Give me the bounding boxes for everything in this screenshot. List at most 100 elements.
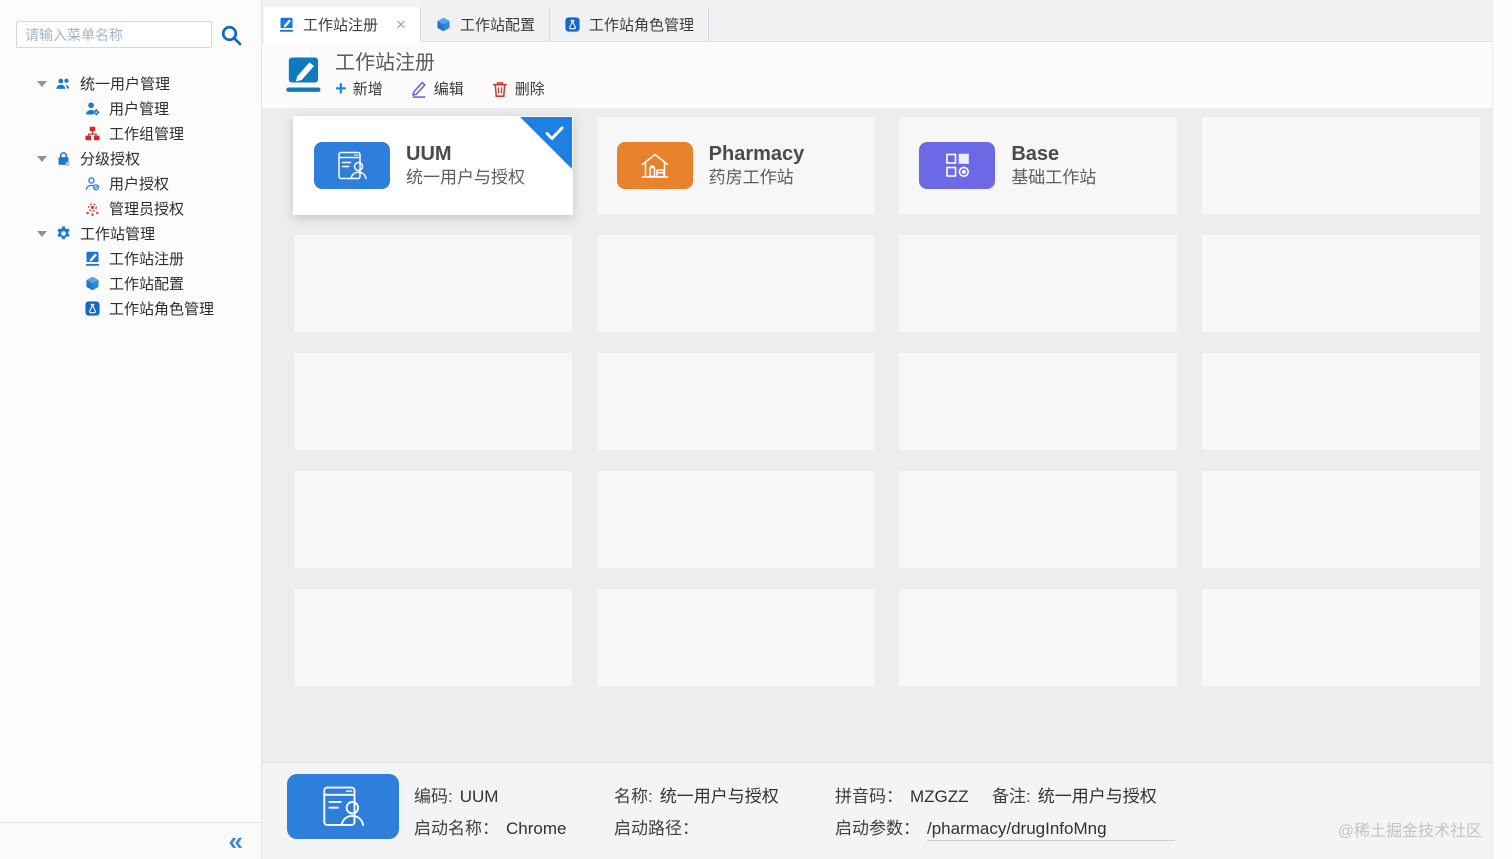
tree-node-user-auth[interactable]: 用户授权: [0, 171, 261, 196]
empty-card: [595, 470, 876, 569]
cube-icon: [435, 16, 452, 33]
plus-icon: +: [335, 77, 347, 100]
empty-card: [293, 352, 573, 451]
tree-label: 工作站配置: [109, 276, 185, 293]
tree-node-workgroup-mgmt[interactable]: 工作组管理: [0, 121, 261, 146]
trash-icon: [491, 80, 509, 98]
tab-workstation-role-mgmt[interactable]: 工作站角色管理: [550, 7, 709, 41]
empty-card: [1200, 588, 1481, 687]
watermark: @稀土掘金技术社区: [1337, 823, 1482, 840]
field-code: 编码: UUM: [414, 782, 498, 807]
tree-label: 用户授权: [109, 176, 170, 193]
tab-label: 工作站注册: [303, 17, 379, 34]
check-icon: [545, 126, 564, 146]
pharmacy-store-icon: [616, 142, 693, 189]
field-label: 启动路径：: [614, 819, 699, 838]
sitemap-icon: [84, 125, 101, 142]
card-name: 统一用户与授权: [406, 167, 525, 187]
empty-card: [1200, 352, 1481, 451]
card-grid: UUM 统一用户与授权 Pharmacy 药房工作站 Base 基础工作站: [293, 116, 1481, 687]
cube-icon: [84, 275, 101, 292]
empty-card: [1200, 470, 1481, 569]
field-pinyin-code: 拼音码： MZGZZ: [835, 782, 969, 807]
register-pad-icon: [283, 55, 323, 95]
field-label: 启动名称：: [414, 819, 499, 838]
menu-tree: 统一用户管理 用户管理 工作组管理 分级授权 用户授权 管理员授权 工作站管理 …: [0, 71, 261, 321]
tab-workstation-config[interactable]: 工作站配置: [421, 7, 550, 41]
field-label: 拼音码：: [835, 787, 903, 806]
card-text: Pharmacy 药房工作站: [709, 142, 805, 189]
edit-button-label: 编辑: [433, 81, 464, 98]
flask-badge-icon: [564, 16, 581, 33]
window-person-icon: [314, 142, 390, 189]
search-input[interactable]: [16, 21, 212, 48]
tree-node-workstation-config[interactable]: 工作站配置: [0, 271, 261, 296]
tree-label: 分级授权: [80, 151, 141, 168]
field-label: 名称:: [614, 787, 653, 806]
toolbar: + 新增 编辑 删除: [335, 78, 545, 99]
search-icon[interactable]: [219, 23, 243, 47]
close-tab-icon[interactable]: ×: [396, 16, 406, 33]
field-value: 统一用户与授权: [659, 787, 779, 806]
register-pad-icon: [278, 16, 295, 33]
menu-search: [16, 21, 253, 48]
field-value: UUM: [459, 787, 499, 806]
workstation-card-base[interactable]: Base 基础工作站: [898, 116, 1179, 215]
admin-auth-icon: [84, 200, 101, 217]
empty-card: [1200, 234, 1481, 333]
tab-label: 工作站角色管理: [588, 16, 694, 34]
tree-label: 工作组管理: [109, 126, 185, 143]
field-value: 统一用户与授权: [1037, 787, 1157, 806]
detail-panel: 编码: UUM 名称: 统一用户与授权 拼音码： MZGZZ 备注: 统一用户与授权 启…: [262, 762, 1512, 859]
header-text: 工作站注册 + 新增 编辑 删除: [335, 51, 545, 99]
caret-down-icon[interactable]: [37, 230, 47, 237]
tab-bar: 工作站注册 × 工作站配置 工作站角色管理: [262, 0, 1512, 42]
empty-card: [293, 588, 573, 687]
tree-node-unified-user-mgmt[interactable]: 统一用户管理: [0, 71, 261, 96]
empty-card: [293, 470, 573, 569]
tab-workstation-register[interactable]: 工作站注册 ×: [264, 7, 421, 42]
sidebar-footer: «: [0, 822, 261, 859]
scrollbar-track[interactable]: [1492, 0, 1512, 859]
modules-gear-icon: [919, 142, 996, 189]
register-pad-icon: [84, 250, 101, 267]
card-name: 基础工作站: [1011, 167, 1097, 187]
gear-icon: [55, 225, 72, 242]
tree-node-admin-auth[interactable]: 管理员授权: [0, 196, 261, 221]
caret-down-icon[interactable]: [37, 155, 47, 162]
sidebar: 统一用户管理 用户管理 工作组管理 分级授权: [0, 0, 262, 859]
tree-node-workstation-register[interactable]: 工作站注册: [0, 246, 261, 271]
field-label: 备注:: [992, 787, 1031, 806]
tree-node-workstation-mgmt[interactable]: 工作站管理: [0, 221, 261, 246]
tree-node-user-mgmt[interactable]: 用户管理: [0, 96, 261, 121]
field-label: 启动参数：: [835, 819, 920, 838]
card-text: UUM 统一用户与授权: [406, 142, 525, 189]
field-label: 编码:: [414, 787, 453, 806]
empty-card: [898, 234, 1179, 333]
field-value: Chrome: [506, 819, 567, 838]
field-launch-params: 启动参数： /pharmacy/drugInfoMng: [835, 814, 1175, 841]
field-remark: 备注: 统一用户与授权: [992, 782, 1157, 807]
field-launch-path: 启动路径：: [614, 814, 706, 839]
page-header: 工作站注册 + 新增 编辑 删除: [262, 42, 1512, 108]
lock-gear-icon: [55, 150, 72, 167]
card-name: 药房工作站: [708, 167, 794, 187]
caret-down-icon[interactable]: [37, 80, 47, 87]
tree-label: 管理员授权: [109, 201, 185, 218]
tab-label: 工作站配置: [459, 16, 535, 34]
edit-button[interactable]: 编辑: [410, 78, 464, 99]
tree-label: 工作站注册: [109, 251, 185, 268]
empty-card: [898, 352, 1179, 451]
tree-node-workstation-role-mgmt[interactable]: 工作站角色管理: [0, 296, 261, 321]
add-button[interactable]: + 新增: [335, 78, 383, 99]
card-code: UUM: [406, 142, 452, 165]
workstation-card-uum[interactable]: UUM 统一用户与授权: [293, 116, 573, 215]
delete-button[interactable]: 删除: [491, 78, 545, 99]
tree-node-tiered-auth[interactable]: 分级授权: [0, 146, 261, 171]
field-value: MZGZZ: [910, 787, 969, 806]
user-gear-icon: [84, 100, 101, 117]
user-check-icon: [84, 175, 101, 192]
workstation-card-pharmacy[interactable]: Pharmacy 药房工作站: [595, 116, 876, 215]
empty-card: [595, 234, 876, 333]
collapse-sidebar-icon[interactable]: «: [229, 826, 243, 856]
